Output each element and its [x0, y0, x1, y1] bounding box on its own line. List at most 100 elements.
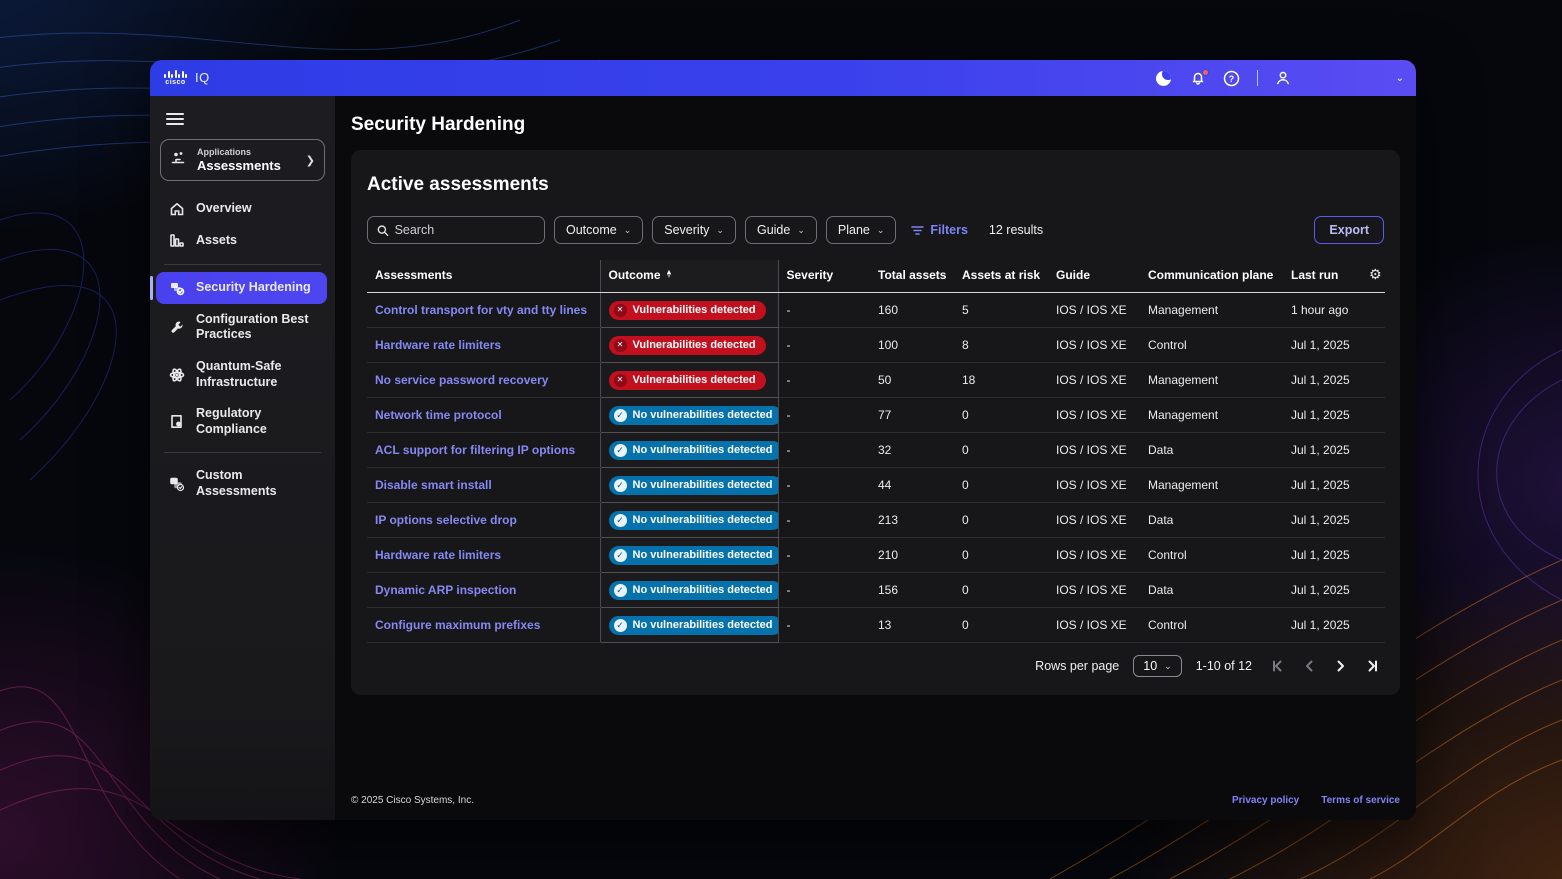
last-run-cell: Jul 1, 2025	[1283, 503, 1361, 538]
guide-cell: IOS / IOS XE	[1048, 398, 1140, 433]
table-row: Disable smart install✓No vulnerabilities…	[367, 468, 1385, 503]
sidebar: Applications Assessments ❯ Overview	[150, 96, 335, 820]
last-run-cell: Jul 1, 2025	[1283, 573, 1361, 608]
export-button[interactable]: Export	[1314, 216, 1384, 244]
next-page-button[interactable]	[1334, 659, 1348, 673]
sidebar-item-quantum-safe-infrastructure[interactable]: Quantum-Safe Infrastructure	[150, 351, 335, 398]
error-icon: ✕	[614, 339, 627, 352]
sidebar-item-configuration-best-practices[interactable]: Configuration Best Practices	[150, 304, 335, 351]
search-box[interactable]	[367, 216, 545, 244]
assessment-link[interactable]: Configure maximum prefixes	[375, 618, 540, 632]
theme-toggle-icon[interactable]	[1155, 69, 1173, 87]
search-input[interactable]	[395, 223, 535, 237]
severity-cell: -	[778, 293, 870, 328]
document-check-icon	[168, 414, 185, 429]
column-header-guide[interactable]: Guide	[1048, 260, 1140, 293]
guide-cell: IOS / IOS XE	[1048, 433, 1140, 468]
column-header-last-run[interactable]: Last run	[1283, 260, 1361, 293]
no-vulnerabilities-badge: ✓No vulnerabilities detected	[609, 441, 779, 460]
account-icon[interactable]	[1274, 69, 1292, 87]
column-settings-gear-icon[interactable]: ⚙	[1369, 266, 1382, 282]
assessment-link[interactable]: Control transport for vty and tty lines	[375, 303, 587, 317]
brand: cisco IQ	[164, 70, 210, 86]
table-row: Network time protocol✓No vulnerabilities…	[367, 398, 1385, 433]
sidebar-item-security-hardening[interactable]: Security Hardening	[150, 272, 335, 304]
notifications-bell-icon[interactable]	[1189, 69, 1207, 87]
gear-spacer-cell	[1361, 293, 1385, 328]
assessment-link[interactable]: Hardware rate limiters	[375, 338, 501, 352]
sidebar-item-custom-assessments[interactable]: Custom Assessments	[150, 460, 335, 507]
rows-per-page-select[interactable]: 10 ⌄	[1133, 655, 1181, 677]
communication-plane-cell: Data	[1140, 433, 1283, 468]
severity-cell: -	[778, 573, 870, 608]
sidebar-item-assets[interactable]: Assets	[150, 225, 335, 257]
rows-per-page-label: Rows per page	[1035, 659, 1119, 673]
table-row: No service password recovery✕Vulnerabili…	[367, 363, 1385, 398]
sidebar-item-regulatory-compliance[interactable]: Regulatory Compliance	[150, 398, 335, 445]
column-header-outcome[interactable]: Outcome▲▼	[600, 260, 778, 293]
gear-spacer-cell	[1361, 468, 1385, 503]
communication-plane-cell: Management	[1140, 468, 1283, 503]
app-switcher[interactable]: Applications Assessments ❯	[160, 139, 325, 181]
communication-plane-cell: Control	[1140, 608, 1283, 643]
window-chevron-icon[interactable]: ⌄	[1396, 73, 1404, 84]
assets-at-risk-cell: 0	[954, 433, 1048, 468]
assessment-link[interactable]: Dynamic ARP inspection	[375, 583, 516, 597]
filter-chip-severity[interactable]: Severity⌄	[652, 216, 736, 244]
chevron-down-icon: ⌄	[877, 225, 885, 236]
product-name: IQ	[195, 70, 210, 85]
table-toolbar: Outcome⌄ Severity⌄ Guide⌄ Plane⌄ Filters…	[367, 216, 1384, 244]
no-vulnerabilities-badge: ✓No vulnerabilities detected	[609, 511, 779, 530]
severity-cell: -	[778, 328, 870, 363]
sidebar-divider	[164, 452, 321, 453]
table-row: IP options selective drop ✓No vulnerabili…	[367, 503, 1385, 538]
first-page-button[interactable]	[1270, 659, 1284, 673]
svg-text:?: ?	[1229, 74, 1235, 84]
gear-spacer-cell	[1361, 433, 1385, 468]
last-page-button[interactable]	[1366, 659, 1380, 673]
notification-dot	[1202, 69, 1209, 76]
assessment-link[interactable]: Disable smart install	[375, 478, 492, 492]
check-icon: ✓	[614, 409, 627, 422]
vulnerabilities-detected-badge: ✕Vulnerabilities detected	[609, 301, 766, 320]
last-run-cell: Jul 1, 2025	[1283, 538, 1361, 573]
results-count: 12 results	[989, 223, 1043, 237]
column-header-communication-plane[interactable]: Communication plane	[1140, 260, 1283, 293]
column-header-assessments[interactable]: Assessments	[367, 260, 600, 293]
assessment-link[interactable]: IP options selective drop	[375, 513, 517, 527]
search-icon	[377, 224, 389, 237]
assessment-link[interactable]: ACL support for filtering IP options	[375, 443, 575, 457]
filter-chip-plane[interactable]: Plane⌄	[826, 216, 897, 244]
table-row: Dynamic ARP inspection✓No vulnerabilitie…	[367, 573, 1385, 608]
atom-icon	[168, 367, 185, 383]
filter-chip-outcome[interactable]: Outcome⌄	[554, 216, 643, 244]
filter-chip-guide[interactable]: Guide⌄	[745, 216, 817, 244]
assessment-link[interactable]: Network time protocol	[375, 408, 502, 422]
check-icon: ✓	[614, 444, 627, 457]
custom-assessments-icon	[168, 476, 185, 492]
total-assets-cell: 50	[870, 363, 954, 398]
table-row: Hardware rate limiters✕Vulnerabilities d…	[367, 328, 1385, 363]
privacy-policy-link[interactable]: Privacy policy	[1232, 795, 1299, 806]
column-header-assets-at-risk[interactable]: Assets at risk	[954, 260, 1048, 293]
column-header-total-assets[interactable]: Total assets	[870, 260, 954, 293]
assessment-link[interactable]: No service password recovery	[375, 373, 548, 387]
main-content: Security Hardening Active assessments Ou…	[335, 96, 1416, 820]
active-indicator	[150, 276, 153, 300]
table-header-row: Assessments Outcome▲▼ Severity Total ass…	[367, 260, 1385, 293]
table-row: ACL support for filtering IP options ✓No …	[367, 433, 1385, 468]
sort-icon: ▲▼	[666, 271, 673, 279]
previous-page-button[interactable]	[1302, 659, 1316, 673]
assessment-link[interactable]: Hardware rate limiters	[375, 548, 501, 562]
severity-cell: -	[778, 538, 870, 573]
total-assets-cell: 210	[870, 538, 954, 573]
chevron-down-icon: ⌄	[797, 225, 805, 236]
severity-cell: -	[778, 363, 870, 398]
filters-link[interactable]: Filters	[911, 223, 968, 237]
last-run-cell: Jul 1, 2025	[1283, 468, 1361, 503]
sidebar-item-overview[interactable]: Overview	[150, 193, 335, 225]
hamburger-menu-icon[interactable]	[166, 113, 184, 125]
terms-of-service-link[interactable]: Terms of service	[1321, 795, 1400, 806]
help-icon[interactable]: ?	[1223, 69, 1241, 87]
column-header-severity[interactable]: Severity	[778, 260, 870, 293]
